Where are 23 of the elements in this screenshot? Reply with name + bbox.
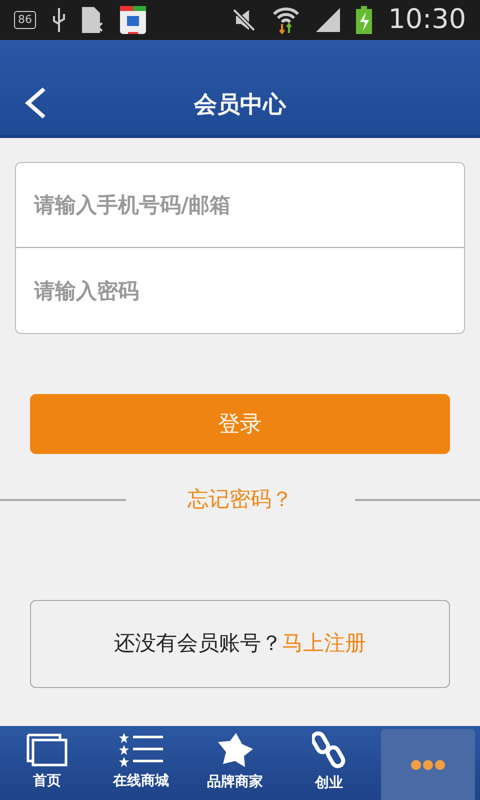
register-prompt: 还没有会员账号？	[114, 630, 282, 657]
tab[interactable]	[381, 729, 475, 800]
pages-icon	[26, 732, 68, 766]
tab[interactable]: 品牌商家	[188, 726, 282, 800]
battery-icon	[356, 6, 372, 34]
app-icon	[120, 6, 146, 34]
notification-badge: 86	[14, 10, 36, 30]
signal-icon	[316, 8, 340, 32]
mute-icon	[232, 8, 256, 32]
chain-link-icon	[312, 730, 346, 768]
sim-card-icon	[82, 7, 104, 33]
input-field[interactable]: 请输入手机号码/邮箱	[15, 162, 465, 248]
wifi-icon	[272, 6, 300, 34]
input-field[interactable]: 请输入密码	[15, 248, 465, 334]
back-button[interactable]	[22, 86, 48, 120]
list-icon	[119, 732, 163, 766]
more-icon	[410, 759, 446, 771]
tab[interactable]: 首页	[0, 726, 94, 800]
page-title: 会员中心	[194, 91, 286, 120]
tab[interactable]: 创业	[282, 726, 376, 800]
clock: 10:30	[388, 2, 466, 37]
star-icon	[216, 732, 254, 768]
tab[interactable]: 在线商城	[94, 726, 188, 800]
